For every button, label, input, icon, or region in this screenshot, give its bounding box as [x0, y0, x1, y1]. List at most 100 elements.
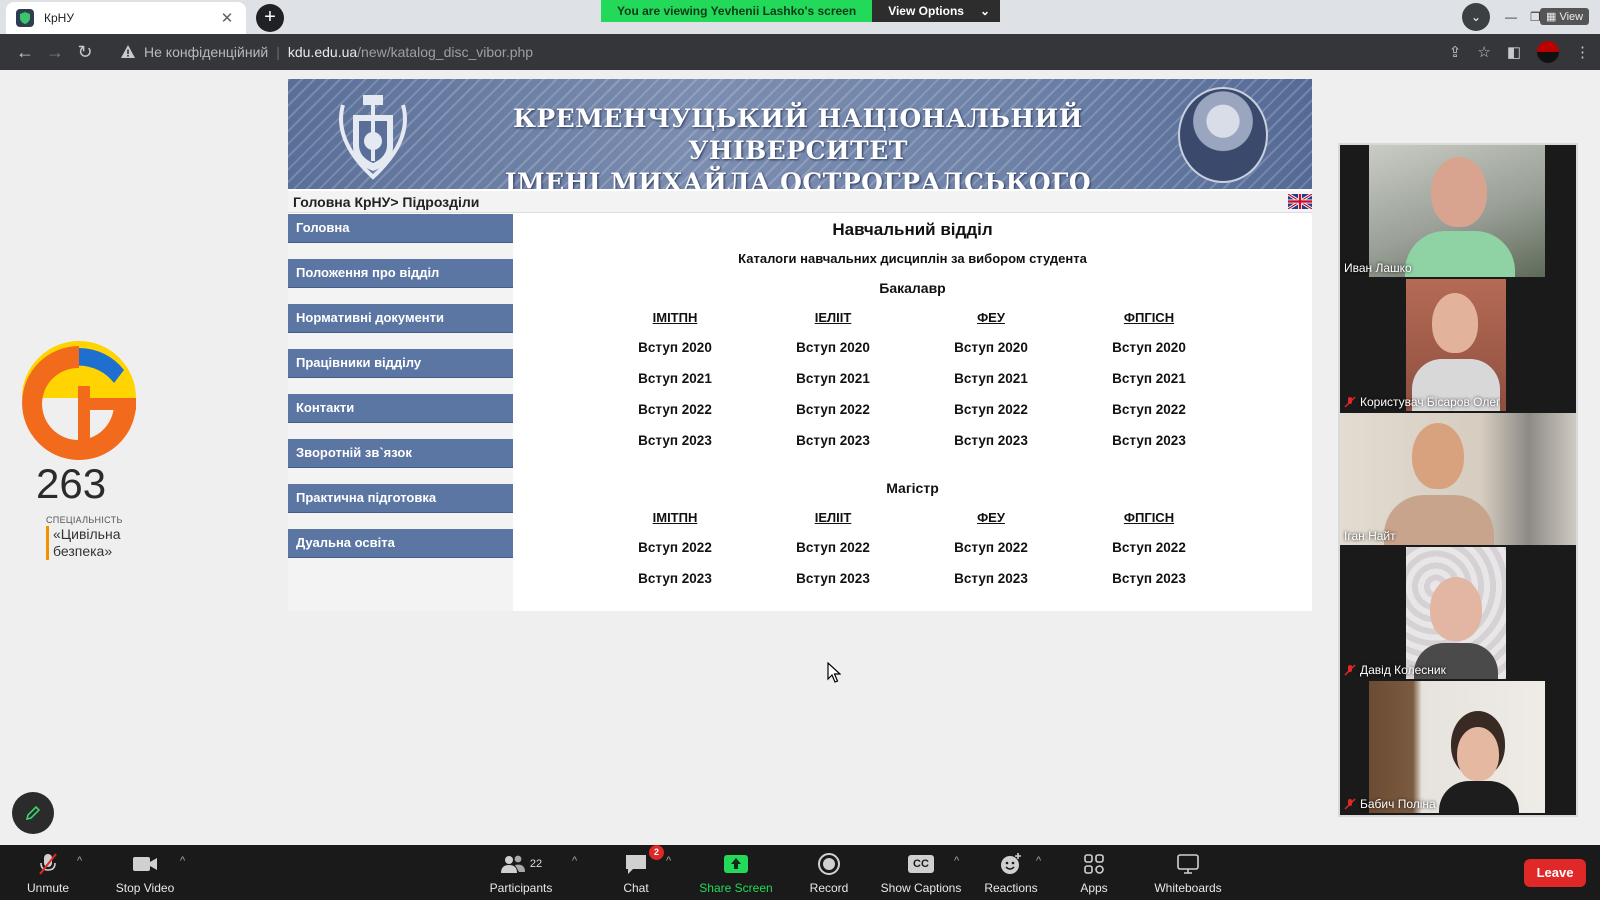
catalog-link[interactable]: Вступ 2021 [911, 371, 1071, 402]
faculty-link[interactable]: ІМІТПН [595, 310, 755, 340]
share-page-icon[interactable]: ⇪ [1449, 43, 1462, 61]
faculty-link[interactable]: ФПГІСН [1069, 510, 1229, 540]
participant-video [1369, 681, 1545, 813]
stop-video-button[interactable]: Stop Video [110, 851, 180, 895]
participant-tile[interactable]: Користувач Бісаров Олег [1340, 279, 1576, 411]
menu-item-contacts[interactable]: Контакти [288, 394, 513, 423]
catalog-link[interactable]: Вступ 2023 [753, 433, 913, 464]
participant-name-tag: Іган Найт [1344, 529, 1396, 543]
new-tab-button[interactable]: + [256, 4, 284, 32]
chat-button[interactable]: 2 Chat [616, 845, 664, 895]
catalog-link[interactable]: Вступ 2021 [753, 371, 913, 402]
video-camera-icon [133, 857, 157, 871]
address-bar[interactable]: Не конфіденційний | kdu.edu.ua /new/kata… [114, 38, 1384, 66]
show-captions-label: Show Captions [880, 881, 962, 895]
unmute-button[interactable]: Unmute [18, 851, 78, 895]
catalog-link[interactable]: Вступ 2020 [1069, 340, 1229, 371]
catalog-link[interactable]: Вступ 2020 [753, 340, 913, 371]
participant-shirt [1439, 781, 1519, 813]
english-flag-icon[interactable] [1288, 194, 1312, 209]
participants-button[interactable]: 22 Participants [486, 851, 556, 895]
faculty-link[interactable]: ФПГІСН [1069, 310, 1229, 340]
catalog-link[interactable]: Вступ 2022 [911, 540, 1071, 571]
chat-caret-icon[interactable]: ^ [666, 855, 671, 867]
forward-arrow-icon[interactable]: → [40, 37, 70, 67]
catalog-link[interactable]: Вступ 2022 [595, 402, 755, 433]
faculty-link[interactable]: ІМІТПН [595, 510, 755, 540]
reactions-caret-icon[interactable]: ^ [1036, 855, 1041, 867]
menu-item-staff[interactable]: Працівники відділу [288, 349, 513, 378]
video-options-caret-icon[interactable]: ^ [180, 855, 185, 867]
participant-tile[interactable]: Іган Найт [1340, 413, 1576, 545]
catalog-link[interactable]: Вступ 2021 [1069, 371, 1229, 402]
university-title: КРЕМЕНЧУЦЬКИЙ НАЦІОНАЛЬНИЙ УНІВЕРСИТЕТ І… [438, 103, 1158, 189]
kebab-menu-icon[interactable]: ⋮ [1575, 43, 1590, 61]
catalog-link[interactable]: Вступ 2023 [1069, 571, 1229, 602]
catalog-link[interactable]: Вступ 2022 [911, 402, 1071, 433]
show-captions-button[interactable]: CC Show Captions [876, 851, 966, 895]
annotate-button[interactable] [12, 792, 54, 834]
menu-item-practical-training[interactable]: Практична підготовка [288, 484, 513, 513]
whiteboards-button[interactable]: Whiteboards [1148, 851, 1228, 895]
breadcrumb: Головна КрНУ> Підрозділи [288, 191, 1312, 213]
menu-item-regulations[interactable]: Положення про відділ [288, 259, 513, 288]
minimize-icon[interactable]: — [1505, 0, 1517, 34]
share-screen-icon [724, 855, 748, 873]
speciality-number: 263 [36, 460, 107, 507]
menu-item-normative-docs[interactable]: Нормативні документи [288, 304, 513, 333]
menu-item-dual-education[interactable]: Дуальна освіта [288, 529, 513, 558]
catalog-link[interactable]: Вступ 2023 [1069, 433, 1229, 464]
bookmark-star-icon[interactable]: ☆ [1477, 43, 1490, 61]
faculty-link[interactable]: ІЕЛІІТ [753, 310, 913, 340]
participant-name: Бабич Поліна [1360, 797, 1436, 811]
mic-muted-icon [1344, 396, 1356, 408]
tab-search-button[interactable]: ⌄ [1462, 3, 1490, 31]
view-options-button[interactable]: View Options ⌄ [872, 0, 1001, 22]
participant-tile[interactable]: Давід Колесник [1340, 547, 1576, 679]
whiteboard-icon [1177, 854, 1199, 874]
chat-bubble-icon [626, 855, 646, 874]
apps-button[interactable]: Apps [1074, 851, 1114, 895]
menu-item-home[interactable]: Головна [288, 214, 513, 243]
reload-icon[interactable]: ↻ [70, 37, 100, 67]
catalog-link[interactable]: Вступ 2020 [595, 340, 755, 371]
catalog-link[interactable]: Вступ 2023 [911, 571, 1071, 602]
url-path: /new/katalog_disc_vibor.php [357, 44, 534, 60]
participant-tile[interactable]: Иван Лашко [1340, 145, 1576, 277]
participant-tile[interactable]: Бабич Поліна [1340, 681, 1576, 813]
faculty-link[interactable]: ІЕЛІІТ [753, 510, 913, 540]
catalog-link[interactable]: Вступ 2022 [595, 540, 755, 571]
catalog-subtitle: Каталоги навчальних дисциплін за вибором… [738, 251, 1087, 266]
close-tab-icon[interactable]: ✕ [218, 9, 236, 27]
catalog-link[interactable]: Вступ 2022 [1069, 540, 1229, 571]
faculty-link[interactable]: ФЕУ [911, 510, 1071, 540]
browser-tab[interactable]: КрНУ ✕ [6, 2, 246, 34]
leave-meeting-button[interactable]: Leave [1524, 859, 1586, 887]
catalog-link[interactable]: Вступ 2023 [911, 433, 1071, 464]
participant-name-tag: Иван Лашко [1344, 261, 1412, 275]
share-screen-button[interactable]: Share Screen [696, 851, 776, 895]
catalog-link[interactable]: Вступ 2023 [753, 571, 913, 602]
view-badge[interactable]: ▦ View [1540, 8, 1590, 25]
audio-options-caret-icon[interactable]: ^ [77, 855, 82, 867]
menu-item-feedback[interactable]: Зворотній зв`язок [288, 439, 513, 468]
bachelor-column-feu: ФЕУ Вступ 2020 Вступ 2021 Вступ 2022 Вст… [911, 310, 1071, 464]
faculty-link[interactable]: ФЕУ [911, 310, 1071, 340]
breadcrumb-link[interactable]: Головна КрНУ> Підрозділи [293, 194, 479, 210]
catalog-link[interactable]: Вступ 2020 [911, 340, 1071, 371]
catalog-link[interactable]: Вступ 2021 [595, 371, 755, 402]
profile-avatar[interactable] [1537, 41, 1559, 63]
record-button[interactable]: Record [804, 851, 854, 895]
catalog-link[interactable]: Вступ 2022 [753, 402, 913, 433]
url-host: kdu.edu.ua [287, 44, 358, 60]
participants-label: Participants [489, 881, 553, 895]
reactions-button[interactable]: Reactions [980, 851, 1042, 895]
back-arrow-icon[interactable]: ← [10, 37, 40, 67]
participants-caret-icon[interactable]: ^ [572, 855, 577, 867]
catalog-link[interactable]: Вступ 2023 [595, 433, 755, 464]
catalog-link[interactable]: Вступ 2023 [595, 571, 755, 602]
side-panel-icon[interactable]: ◧ [1507, 43, 1521, 61]
catalog-link[interactable]: Вступ 2022 [753, 540, 913, 571]
captions-caret-icon[interactable]: ^ [954, 855, 959, 867]
catalog-link[interactable]: Вступ 2022 [1069, 402, 1229, 433]
